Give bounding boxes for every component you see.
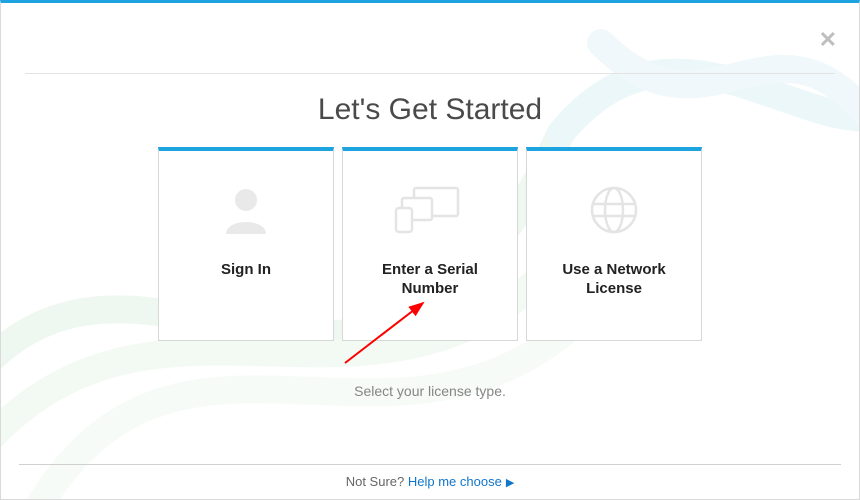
card-title: Sign In bbox=[211, 261, 281, 280]
page-title: Let's Get Started bbox=[1, 93, 859, 127]
close-icon: ✕ bbox=[819, 27, 837, 52]
card-serial-number[interactable]: Enter a Serial Number bbox=[342, 147, 518, 341]
card-title: Enter a Serial Number bbox=[343, 261, 517, 299]
divider-top bbox=[25, 73, 835, 74]
devices-icon bbox=[394, 177, 466, 243]
footer-prefix: Not Sure? bbox=[346, 474, 408, 489]
footer: Not Sure? Help me choose ▶ bbox=[1, 474, 859, 489]
card-network-license[interactable]: Use a Network License bbox=[526, 147, 702, 341]
divider-bottom bbox=[19, 464, 841, 465]
activation-window: ✕ Let's Get Started Sign In bbox=[0, 0, 860, 500]
card-sign-in[interactable]: Sign In bbox=[158, 147, 334, 341]
globe-network-icon bbox=[586, 177, 642, 243]
card-title: Use a Network License bbox=[527, 261, 701, 299]
close-button[interactable]: ✕ bbox=[819, 29, 837, 51]
chevron-right-icon: ▶ bbox=[506, 477, 514, 489]
license-options: Sign In Enter a Serial Number bbox=[1, 147, 859, 341]
person-icon bbox=[218, 177, 274, 243]
helper-text: Select your license type. bbox=[1, 383, 859, 399]
help-me-choose-link[interactable]: Help me choose bbox=[408, 474, 502, 489]
